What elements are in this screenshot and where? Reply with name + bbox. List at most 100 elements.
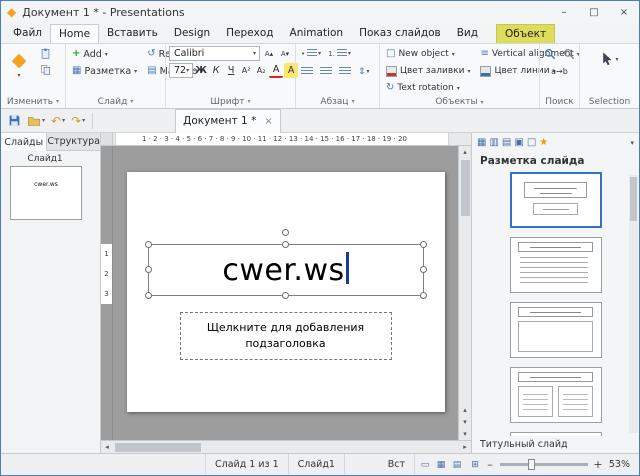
resize-handle-w[interactable] <box>144 266 152 273</box>
line-spacing-button[interactable]: ⇕ ▾ <box>356 64 372 79</box>
document-tab-close-icon[interactable]: × <box>264 116 272 127</box>
font-size-combo[interactable]: 72 ▾ <box>169 63 194 78</box>
subscript-button[interactable]: A₂ <box>254 63 268 78</box>
group-label-paragraph[interactable]: Абзац ▾ <box>299 95 376 108</box>
shrink-font-button[interactable]: A▾ <box>278 46 292 61</box>
resize-handle-n[interactable] <box>281 241 289 248</box>
resize-handle-s[interactable] <box>281 292 289 299</box>
fill-color-button[interactable]: Цвет заливки ▾ <box>383 63 473 79</box>
tab-transition[interactable]: Переход <box>218 24 281 43</box>
search-again-button[interactable] <box>561 46 577 61</box>
notes-view-button[interactable]: ▤ <box>449 457 465 473</box>
copy-button[interactable] <box>38 62 53 77</box>
layout-scroll-thumb[interactable] <box>630 177 637 221</box>
minimize-button[interactable]: – <box>549 1 579 23</box>
tab-object[interactable]: Объект <box>496 24 556 43</box>
resize-handle-se[interactable] <box>419 292 427 299</box>
add-slide-button[interactable]: + Add ▾ <box>69 46 140 62</box>
title-text-frame[interactable]: cwer.ws <box>144 229 427 299</box>
resize-handle-sw[interactable] <box>144 292 152 299</box>
numbered-list-button[interactable]: 1. ▾ <box>326 46 353 61</box>
group-label-font[interactable]: Шрифт ▾ <box>169 95 292 108</box>
group-label-slide[interactable]: Слайд ▾ <box>69 95 162 108</box>
previous-slide-icon[interactable]: ▴ <box>459 404 471 416</box>
group-label-edit[interactable]: Изменить ▾ <box>4 95 62 108</box>
slide-designs-icon[interactable]: ▤ <box>502 137 511 148</box>
align-right-button[interactable] <box>337 64 353 79</box>
layout-thumbnail-title[interactable] <box>509 172 602 228</box>
align-left-button[interactable] <box>299 64 315 79</box>
zoom-slider-thumb[interactable] <box>528 459 536 470</box>
horizontal-scroll-thumb[interactable] <box>115 442 201 452</box>
tab-slides[interactable]: Слайды <box>1 133 48 151</box>
bold-button[interactable]: Ж <box>194 63 208 78</box>
undo-button[interactable]: ↶ ▾ <box>48 111 68 131</box>
background-icon[interactable]: ▣ <box>514 137 523 148</box>
tab-outline[interactable]: Структура <box>47 133 100 151</box>
bullet-list-button[interactable]: • ▾ <box>299 46 323 61</box>
align-center-button[interactable] <box>318 64 334 79</box>
status-insert-mode[interactable]: Вст <box>379 454 415 475</box>
slide-layout-button[interactable]: ▦ Разметка ▾ <box>69 63 140 79</box>
resize-handle-nw[interactable] <box>144 241 152 248</box>
group-label-objects[interactable]: Объекты ▾ <box>383 96 536 108</box>
close-button[interactable]: × <box>609 1 639 23</box>
horizontal-scrollbar[interactable]: ◂ ▸ <box>101 440 471 453</box>
italic-button[interactable]: К <box>209 63 223 78</box>
tab-file[interactable]: Файл <box>5 24 50 43</box>
layout-thumbnail-content[interactable] <box>509 237 602 293</box>
zoom-out-button[interactable]: – <box>483 457 497 473</box>
font-color-button[interactable]: A <box>269 63 284 78</box>
animation-schemes-icon[interactable]: □ <box>527 137 536 148</box>
tab-insert[interactable]: Вставить <box>99 24 166 43</box>
tab-animation[interactable]: Animation <box>282 24 352 43</box>
paste-button[interactable]: ◆ ▾ <box>4 46 34 84</box>
replace-button[interactable]: a→b <box>549 64 570 79</box>
layout-thumbnail-box[interactable] <box>509 302 602 358</box>
layout-scrollbar[interactable] <box>629 175 638 433</box>
panel-more-dropdown-icon[interactable]: ▾ <box>630 139 634 147</box>
new-object-button[interactable]: □ New object ▾ <box>383 46 473 62</box>
slide-thumbnail[interactable]: cwer.ws <box>10 166 82 220</box>
favorites-star-icon[interactable]: ★ <box>539 137 548 148</box>
zoom-slider[interactable] <box>500 459 588 470</box>
layout-thumbnail-two-content[interactable] <box>509 367 602 423</box>
layout-panel-header: Разметка слайда <box>480 155 585 167</box>
tab-home[interactable]: Home <box>50 24 100 43</box>
scroll-right-icon[interactable]: ▸ <box>459 443 471 451</box>
tab-slideshow[interactable]: Показ слайдов <box>351 24 449 43</box>
resize-handle-e[interactable] <box>419 266 427 273</box>
tab-design[interactable]: Design <box>166 24 218 43</box>
document-tab[interactable]: Документ 1 * × <box>175 108 281 133</box>
open-button[interactable]: ▾ <box>24 111 48 131</box>
superscript-button[interactable]: A² <box>239 63 253 78</box>
font-size-dropdown-icon: ▾ <box>186 67 190 74</box>
save-button[interactable] <box>5 111 24 131</box>
text-rotation-button[interactable]: ↻ Text rotation ▾ <box>383 80 473 96</box>
search-button[interactable] <box>542 46 558 61</box>
normal-view-button[interactable]: ▭ <box>417 457 433 473</box>
font-name-combo[interactable]: Calibri ▾ <box>169 46 260 61</box>
subtitle-placeholder[interactable]: Щелкните для добавления подзаголовка <box>179 312 392 360</box>
scroll-down-icon[interactable]: ▾ <box>459 428 471 440</box>
clipboard-button[interactable] <box>38 46 53 61</box>
color-schemes-icon[interactable]: ▥ <box>489 137 498 148</box>
resize-handle-ne[interactable] <box>419 241 427 248</box>
zoom-in-button[interactable]: + <box>591 457 605 473</box>
redo-button[interactable]: ↷ ▾ <box>68 111 88 131</box>
underline-button[interactable]: Ч <box>224 63 238 78</box>
scroll-up-icon[interactable]: ▴ <box>459 146 471 158</box>
slide-sorter-view-button[interactable]: ▦ <box>433 457 449 473</box>
rotate-handle[interactable] <box>281 229 289 236</box>
selection-mode-button[interactable]: ▾ <box>598 46 620 72</box>
vertical-scroll-thumb[interactable] <box>460 160 470 216</box>
scroll-left-icon[interactable]: ◂ <box>101 443 113 451</box>
tab-view[interactable]: Вид <box>449 24 486 43</box>
layout-thumbnail-comparison[interactable] <box>509 432 602 436</box>
next-slide-icon[interactable]: ▾ <box>459 416 471 428</box>
maximize-button[interactable]: □ <box>579 1 609 23</box>
grow-font-button[interactable]: A▴ <box>262 46 276 61</box>
fit-zoom-button[interactable]: ⊞ <box>467 457 483 473</box>
vertical-scrollbar[interactable]: ▴ ▴ ▾ ▾ <box>458 146 471 440</box>
slide-layouts-icon[interactable]: ▦ <box>477 137 486 148</box>
